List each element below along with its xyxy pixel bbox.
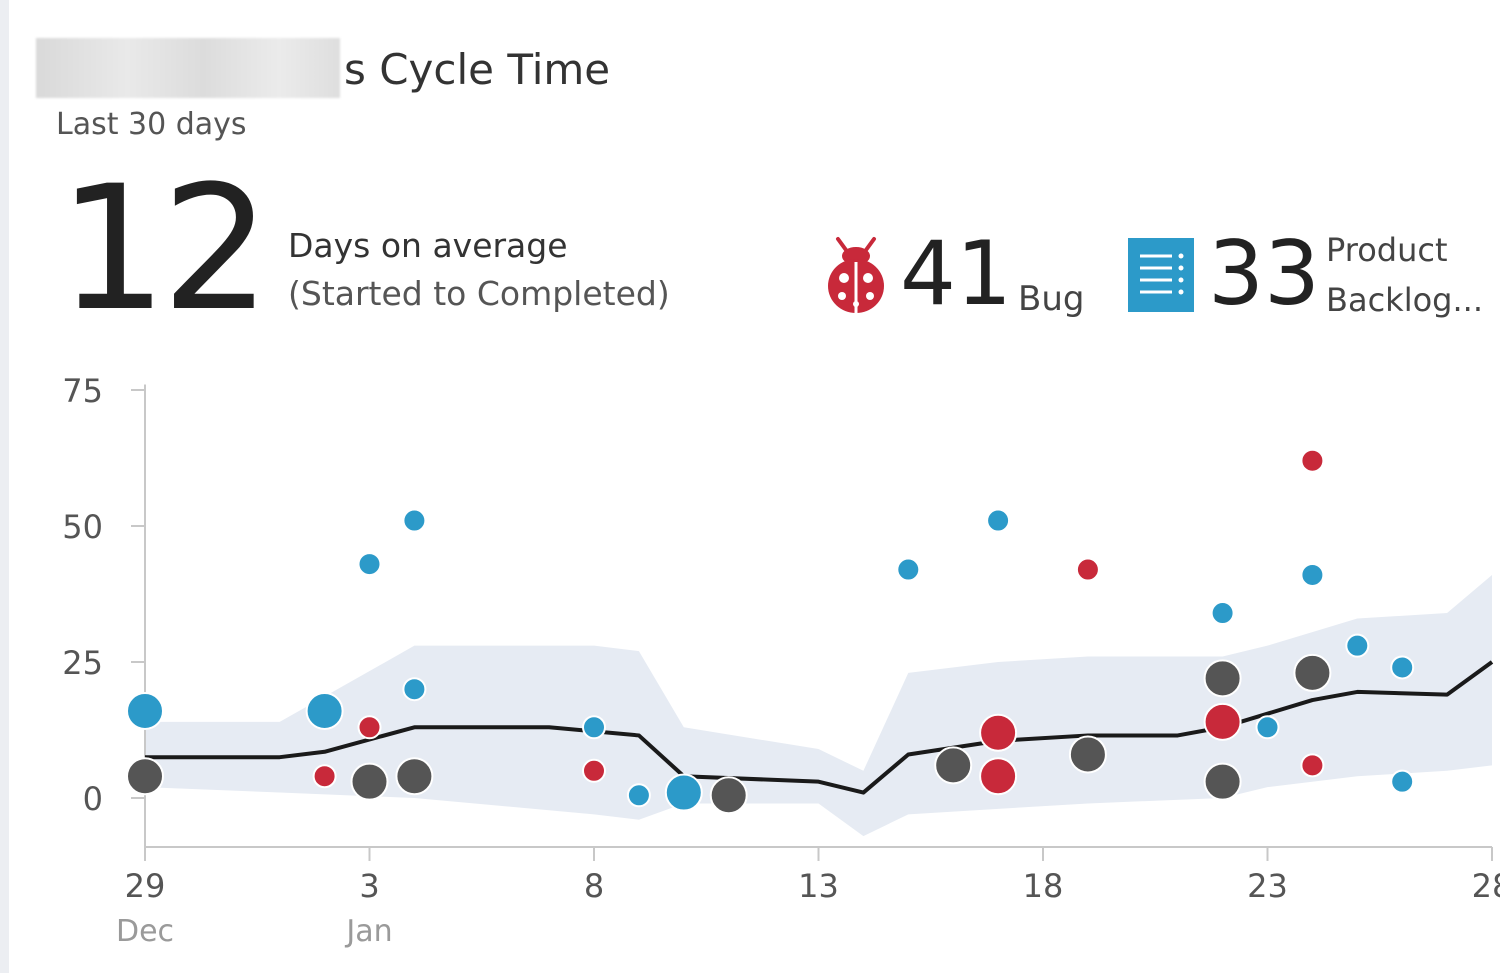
multiple-items-point xyxy=(126,757,164,796)
backlog-point xyxy=(1255,715,1280,740)
y-tick-label: 0 xyxy=(83,780,103,818)
bug-point xyxy=(1300,753,1325,778)
x-tick-label: 3 xyxy=(359,867,379,905)
backlog-label: Product xyxy=(1326,231,1448,269)
redacted-team-name xyxy=(36,38,340,98)
multiple-items-point xyxy=(1203,762,1242,801)
backlog-point xyxy=(896,557,921,582)
bug-count: 41 xyxy=(900,222,1012,325)
backlog-point xyxy=(305,691,344,730)
bug-point xyxy=(357,715,382,740)
average-label-detail: (Started to Completed) xyxy=(288,274,670,313)
backlog-point xyxy=(1390,655,1415,680)
multiple-items-point xyxy=(1068,735,1107,774)
bug-point xyxy=(1075,557,1100,582)
multiple-items-point xyxy=(934,746,973,785)
ladybug-icon xyxy=(828,237,884,313)
backlog-count: 33 xyxy=(1208,222,1320,325)
average-label: Days on average xyxy=(288,226,568,265)
widget-title: s Cycle Time xyxy=(344,45,611,94)
backlog-point xyxy=(357,552,382,577)
x-tick-label: 13 xyxy=(798,867,839,905)
backlog-point xyxy=(626,783,651,808)
average-cycle-time: 12 xyxy=(58,148,271,349)
x-tick-label: 8 xyxy=(584,867,604,905)
x-tick-sublabel: Dec xyxy=(116,914,174,949)
backlog-point xyxy=(1345,633,1370,658)
backlog-point xyxy=(1300,562,1325,587)
cycle-time-scatter-chart: 0 25 50 75 29 Dec 3 Jan 8 13 18 23 28 xyxy=(62,372,1500,949)
bug-point xyxy=(979,757,1018,796)
bug-label: Bug xyxy=(1018,279,1085,319)
x-tick-label: 29 xyxy=(125,867,166,905)
multiple-items-point xyxy=(709,776,748,815)
multiple-items-point xyxy=(350,762,389,801)
y-tick-label: 25 xyxy=(62,644,103,682)
backlog-point xyxy=(664,773,703,812)
bug-point xyxy=(582,758,606,783)
backlog-point xyxy=(986,508,1011,533)
bug-point xyxy=(979,713,1018,752)
x-tick-sublabel: Jan xyxy=(344,914,392,949)
backlog-point xyxy=(582,715,606,740)
bug-point xyxy=(312,764,337,789)
x-tick-label: 23 xyxy=(1247,867,1288,905)
widget-subtitle: Last 30 days xyxy=(56,107,247,142)
x-tick-label: 18 xyxy=(1023,867,1064,905)
y-tick-label: 75 xyxy=(62,372,103,410)
multiple-items-point xyxy=(395,757,434,796)
backlog-label-cont: Backlog... xyxy=(1326,281,1483,319)
multiple-items-point xyxy=(1203,659,1242,698)
backlog-point xyxy=(126,691,164,730)
backlog-point xyxy=(402,677,427,702)
bug-point xyxy=(1300,448,1325,473)
backlog-point xyxy=(1210,601,1235,626)
bug-point xyxy=(1203,702,1242,741)
backlog-list-icon xyxy=(1128,238,1194,312)
x-tick-label: 28 xyxy=(1472,867,1500,905)
backlog-point xyxy=(402,508,427,533)
backlog-point xyxy=(1390,769,1415,794)
y-tick-label: 50 xyxy=(62,508,103,546)
multiple-items-point xyxy=(1293,653,1332,692)
